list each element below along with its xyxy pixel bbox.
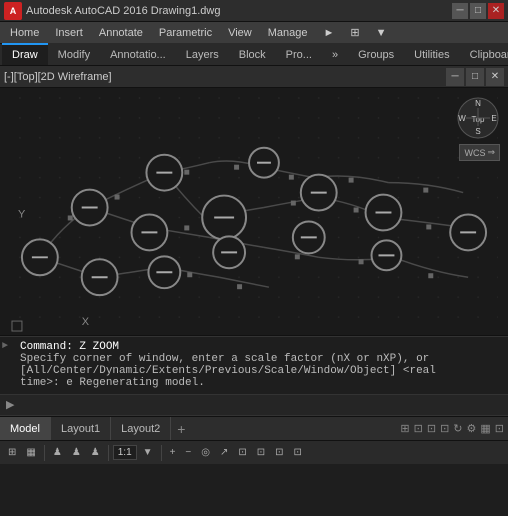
scale-dropdown[interactable]: ▼	[139, 445, 157, 460]
separator-1	[44, 445, 45, 461]
svg-text:Y: Y	[18, 208, 26, 220]
menu-bar: Home Insert Annotate Parametric View Man…	[0, 22, 508, 44]
title-text: Autodesk AutoCAD 2016 Drawing1.dwg	[26, 5, 220, 17]
menu-insert[interactable]: Insert	[47, 22, 91, 44]
tab-block[interactable]: Block	[229, 43, 276, 65]
rotate-icon[interactable]: ↻	[453, 422, 462, 435]
autocad-logo: A	[4, 2, 22, 20]
grid-toggle[interactable]: ▦	[22, 445, 39, 460]
tab-annotation[interactable]: Annotatio...	[100, 43, 176, 65]
vp-restore-btn[interactable]: □	[466, 68, 484, 86]
drawing-canvas: Y X	[0, 88, 508, 335]
viewport-controls: ─ □ ✕	[446, 68, 504, 86]
prompt-cursor: ▶	[6, 398, 14, 412]
tab-groups[interactable]: Groups	[348, 43, 404, 65]
tab-layers[interactable]: Layers	[176, 43, 229, 65]
logo-text: A	[10, 6, 17, 16]
tool-icon-3[interactable]: ◎	[197, 445, 214, 460]
title-bar: A Autodesk AutoCAD 2016 Drawing1.dwg ─ □…	[0, 0, 508, 22]
ribbon-tabs: Draw Modify Annotatio... Layers Block Pr…	[0, 44, 508, 66]
menu-extra2[interactable]: ▼	[368, 22, 395, 44]
command-input[interactable]	[18, 399, 418, 411]
svg-text:N: N	[475, 99, 481, 108]
command-line: ► Command: Z ZOOM Specify corner of wind…	[0, 336, 508, 416]
separator-2	[108, 445, 109, 461]
tab-properties[interactable]: Pro...	[276, 43, 322, 65]
person-icon-1[interactable]: ♟	[49, 445, 66, 460]
tab-modify[interactable]: Modify	[48, 43, 100, 65]
snap-toggle[interactable]: ⊞	[4, 445, 20, 460]
add-layout-button[interactable]: +	[171, 419, 191, 439]
tab-model[interactable]: Model	[0, 417, 51, 440]
tab-layout2[interactable]: Layout2	[111, 417, 171, 440]
maximize-button[interactable]: □	[470, 3, 486, 19]
tool-icon-8[interactable]: ⊡	[290, 445, 306, 460]
tool-icon-7[interactable]: ⊡	[271, 445, 287, 460]
separator-3	[161, 445, 162, 461]
cmd-arrow-1: ►	[2, 341, 8, 352]
menu-more[interactable]: ►	[316, 22, 343, 44]
grid-icon[interactable]: ⊞	[400, 422, 409, 435]
cmd-line-4: time>: e Regenerating model.	[20, 377, 488, 389]
scale-display: 1:1	[113, 445, 137, 460]
menu-annotate[interactable]: Annotate	[91, 22, 151, 44]
compass: N S E W Top	[456, 96, 500, 140]
menu-extra1[interactable]: ⊞	[342, 22, 367, 44]
menu-home[interactable]: Home	[2, 22, 47, 44]
settings-icon[interactable]: ⚙	[467, 422, 477, 435]
close-button[interactable]: ✕	[488, 3, 504, 19]
wcs-arrow: ⇒	[487, 147, 495, 158]
viewport-label: [-][Top][2D Wireframe]	[4, 71, 112, 83]
command-text-block: Command: Z ZOOM Specify corner of window…	[8, 341, 488, 389]
polar-icon[interactable]: ⊡	[440, 422, 449, 435]
snap-icon[interactable]: ⊡	[414, 422, 423, 435]
cmd-line-2: Specify corner of window, enter a scale …	[20, 353, 488, 365]
tool-icon-2[interactable]: −	[181, 445, 195, 460]
wcs-button[interactable]: WCS ⇒	[459, 144, 500, 161]
person-icon-3[interactable]: ♟	[87, 445, 104, 460]
menu-view[interactable]: View	[220, 22, 260, 44]
svg-text:X: X	[82, 316, 90, 328]
command-prompt[interactable]: ▶	[0, 394, 508, 415]
menu-parametric[interactable]: Parametric	[151, 22, 220, 44]
status-bar: Model Layout1 Layout2 + ⊞ ⊡ ⊡ ⊡ ↻ ⚙ ▦ ⊡	[0, 416, 508, 440]
cmd-line-3: [All/Center/Dynamic/Extents/Previous/Sca…	[20, 365, 488, 377]
command-prefix: ►	[2, 341, 8, 352]
bottom-toolbar: ⊞ ▦ ♟ ♟ ♟ 1:1 ▼ + − ◎ ↗ ⊡ ⊡ ⊡ ⊡	[0, 440, 508, 464]
tab-utilities[interactable]: Utilities	[404, 43, 459, 65]
viewport-header: [-][Top][2D Wireframe] ─ □ ✕	[0, 66, 508, 88]
wcs-label: WCS	[464, 148, 485, 158]
vp-close-btn[interactable]: ✕	[486, 68, 504, 86]
title-bar-controls: ─ □ ✕	[452, 3, 504, 19]
extra-icon[interactable]: ⊡	[495, 422, 504, 435]
person-icon-2[interactable]: ♟	[68, 445, 85, 460]
canvas-area[interactable]: Y X N S E W Top WCS ⇒	[0, 88, 508, 336]
vp-minimize-btn[interactable]: ─	[446, 68, 464, 86]
tool-icon-4[interactable]: ↗	[216, 445, 232, 460]
ortho-icon[interactable]: ⊡	[427, 422, 436, 435]
layout-icon[interactable]: ▦	[480, 422, 490, 435]
command-output: ► Command: Z ZOOM Specify corner of wind…	[0, 337, 508, 394]
model-tabs: Model Layout1 Layout2 +	[0, 417, 191, 440]
tab-draw[interactable]: Draw	[2, 43, 48, 65]
svg-text:E: E	[491, 114, 496, 123]
tool-icon-6[interactable]: ⊡	[253, 445, 269, 460]
minimize-button[interactable]: ─	[452, 3, 468, 19]
tool-icon-5[interactable]: ⊡	[234, 445, 250, 460]
cmd-line-1: Command: Z ZOOM	[20, 341, 488, 353]
svg-text:W: W	[458, 114, 466, 123]
svg-text:S: S	[475, 127, 480, 136]
tool-icon-1[interactable]: +	[166, 445, 180, 460]
menu-manage[interactable]: Manage	[260, 22, 316, 44]
tab-layout1[interactable]: Layout1	[51, 417, 111, 440]
tab-clipboard[interactable]: Clipboard	[460, 43, 508, 65]
tab-more1[interactable]: »	[322, 43, 348, 65]
status-right: ⊞ ⊡ ⊡ ⊡ ↻ ⚙ ▦ ⊡	[396, 422, 508, 435]
